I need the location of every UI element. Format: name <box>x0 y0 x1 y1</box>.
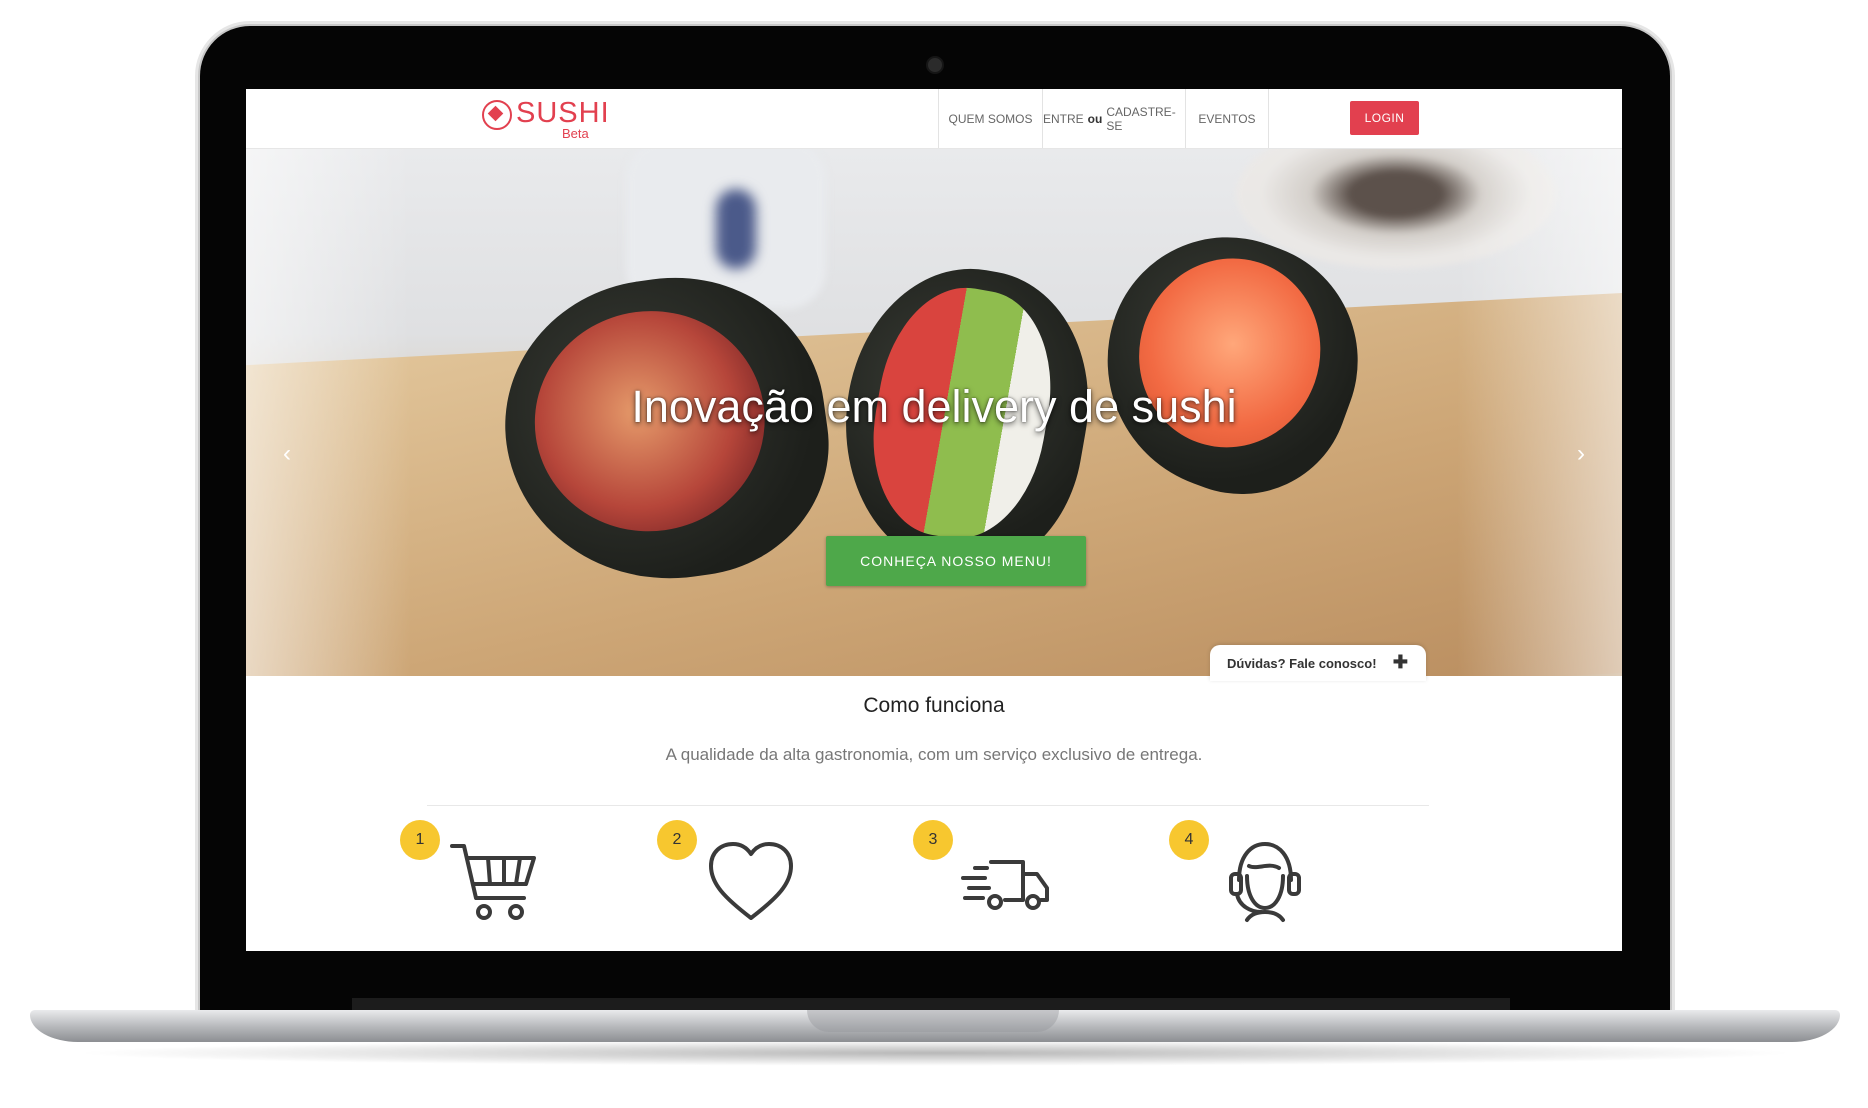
nav-menu: QUEM SOMOS ENTRE ou CADASTRE-SE EVENTOS <box>938 89 1269 148</box>
brand-tag: Beta <box>562 126 589 141</box>
delivery-truck-icon <box>961 860 1049 910</box>
webcam <box>926 56 944 74</box>
menu-cta-button[interactable]: CONHEÇA NOSSO MENU! <box>826 536 1086 586</box>
laptop-hinge <box>352 998 1510 1010</box>
nav-item-label: EVENTOS <box>1198 111 1256 126</box>
laptop-shadow <box>70 1040 1800 1066</box>
brand-logo[interactable]: SUSHI Beta <box>482 97 609 141</box>
nav-item-label-entre: ENTRE <box>1043 111 1084 126</box>
nav-item-label-cadastre: CADASTRE-SE <box>1106 104 1176 133</box>
laptop-mockup: SUSHI Beta QUEM SOMOS ENTRE ou CADASTRE-… <box>0 0 1868 1108</box>
plus-icon: ✚ <box>1392 652 1408 672</box>
support-headset-icon <box>1229 842 1301 922</box>
step-2: 2 <box>657 820 857 950</box>
chat-label: Dúvidas? Fale conosco! <box>1227 655 1377 671</box>
chat-widget-tab[interactable]: Dúvidas? Fale conosco! ✚ <box>1210 645 1426 681</box>
browser-screen: SUSHI Beta QUEM SOMOS ENTRE ou CADASTRE-… <box>246 89 1622 951</box>
shopping-cart-icon <box>450 844 536 920</box>
step-number-badge: 2 <box>657 820 697 860</box>
step-number-badge: 1 <box>400 820 440 860</box>
logo-mark-icon <box>482 100 512 130</box>
hero-title: Inovação em delivery de sushi <box>631 381 1237 432</box>
how-it-works-subtitle: A qualidade da alta gastronomia, com um … <box>665 745 1203 764</box>
hero-carousel: Inovação em delivery de sushi CONHEÇA NO… <box>246 149 1622 676</box>
brand-name: SUSHI <box>516 97 610 129</box>
step-1: 1 <box>400 820 600 950</box>
top-navbar: SUSHI Beta QUEM SOMOS ENTRE ou CADASTRE-… <box>246 89 1622 149</box>
chevron-left-icon[interactable]: ‹ <box>272 439 302 469</box>
heart-icon <box>709 842 793 920</box>
step-4: 4 <box>1169 820 1369 950</box>
chevron-right-icon[interactable]: › <box>1566 439 1596 469</box>
step-number-badge: 3 <box>913 820 953 860</box>
nav-item-label: QUEM SOMOS <box>948 111 1033 126</box>
laptop-notch <box>807 1010 1059 1032</box>
nav-item-eventos[interactable]: EVENTOS <box>1185 89 1269 148</box>
nav-item-quem-somos[interactable]: QUEM SOMOS <box>938 89 1042 148</box>
nav-item-label-ou: ou <box>1087 111 1103 126</box>
step-3: 3 <box>913 820 1113 950</box>
step-number-badge: 4 <box>1169 820 1209 860</box>
section-divider <box>427 805 1429 806</box>
how-it-works-title: Como funciona <box>863 694 1005 717</box>
nav-item-entre-cadastre[interactable]: ENTRE ou CADASTRE-SE <box>1042 89 1185 148</box>
login-button[interactable]: LOGIN <box>1350 101 1419 135</box>
